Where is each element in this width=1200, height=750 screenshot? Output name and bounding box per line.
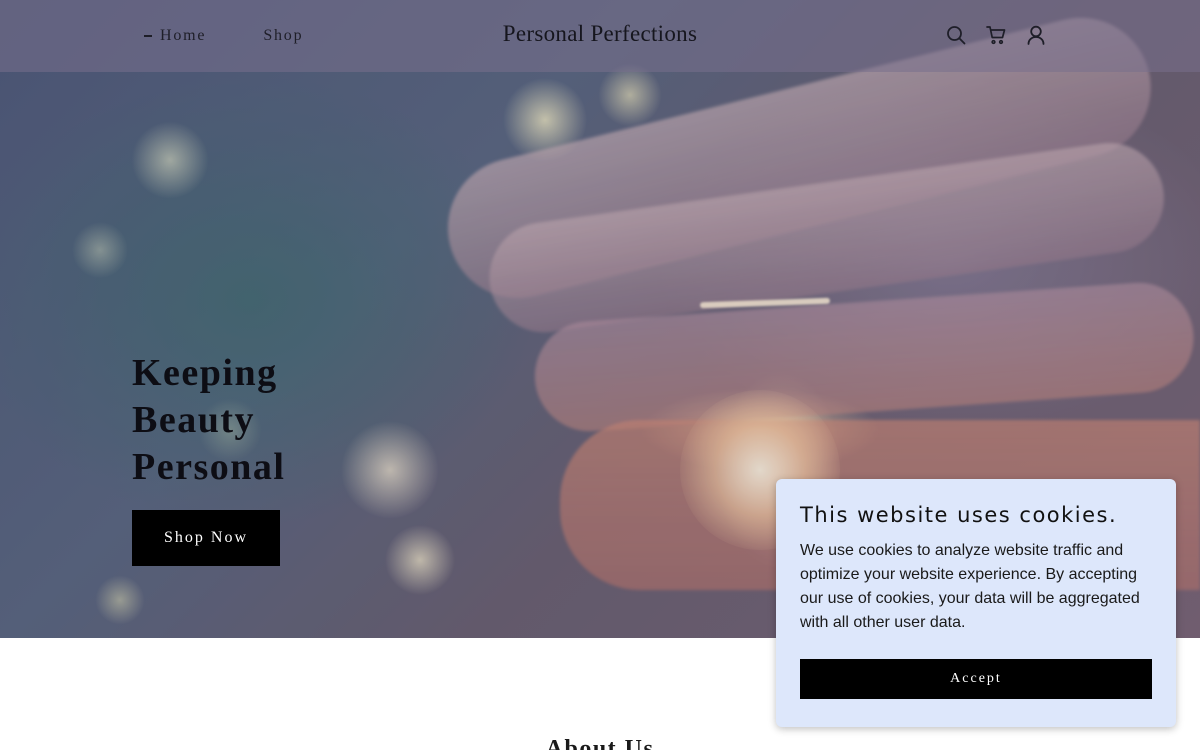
site-header: Home Shop Personal Perfections xyxy=(0,0,1200,72)
cookie-banner: This website uses cookies. We use cookie… xyxy=(776,479,1176,727)
account-icon[interactable] xyxy=(1026,24,1046,46)
cookie-banner-title: This website uses cookies. xyxy=(800,503,1118,527)
hero-headline-line: Personal xyxy=(132,446,286,488)
accept-cookies-button[interactable]: Accept xyxy=(800,659,1152,699)
hero-headline-line: Keeping xyxy=(132,352,278,394)
about-us-heading: About Us xyxy=(545,736,655,750)
cookie-banner-text: We use cookies to analyze website traffi… xyxy=(800,542,1140,631)
header-actions xyxy=(946,24,1046,46)
hero-headline-line: Beauty xyxy=(132,399,255,441)
search-icon[interactable] xyxy=(946,24,966,46)
cart-icon[interactable] xyxy=(986,24,1006,46)
page: Keeping Beauty Personal Shop Now Home Sh… xyxy=(0,0,1200,750)
shop-now-button[interactable]: Shop Now xyxy=(132,510,280,566)
hero-headline: Keeping Beauty Personal xyxy=(132,350,432,491)
